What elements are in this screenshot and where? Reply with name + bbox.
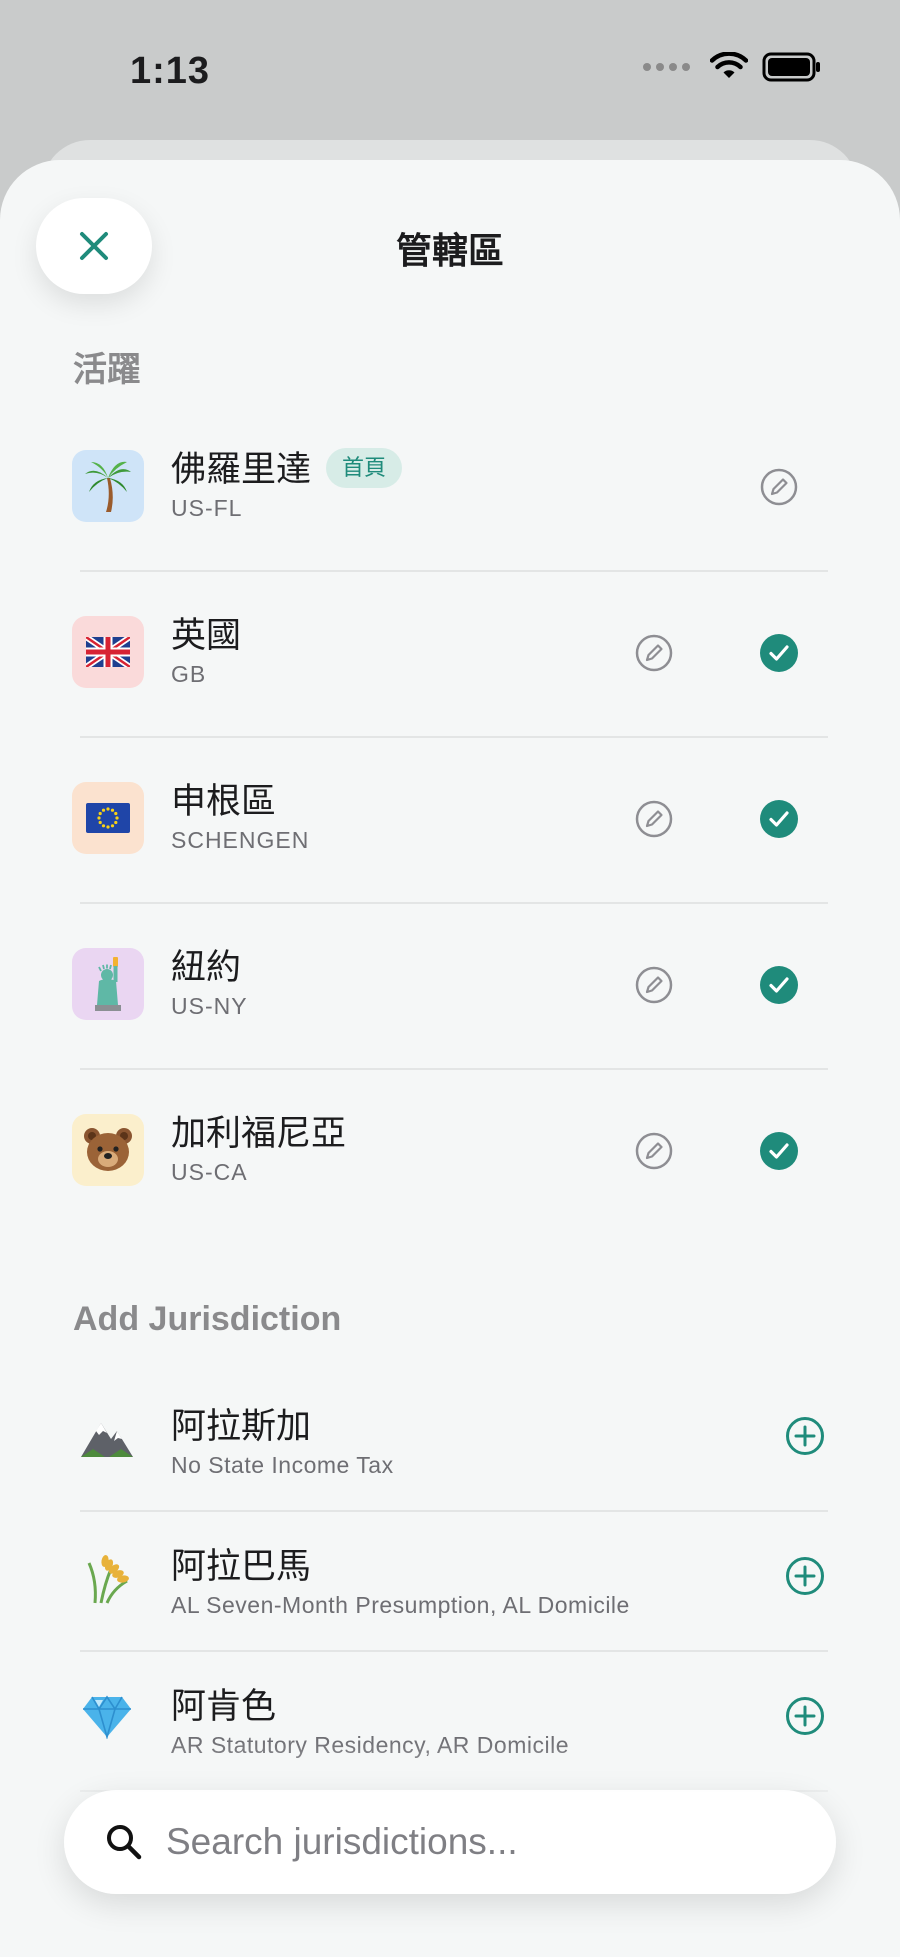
row-divider bbox=[80, 902, 828, 904]
status-time: 1:13 bbox=[130, 50, 211, 92]
bear-icon bbox=[72, 1114, 144, 1186]
jurisdiction-description: No State Income Tax bbox=[171, 1452, 394, 1478]
plus-circle-icon[interactable] bbox=[785, 1416, 825, 1456]
row-divider bbox=[80, 570, 828, 572]
jurisdiction-name: 阿拉巴馬 bbox=[171, 1547, 312, 1586]
jurisdiction-name: 加利福尼亞 bbox=[171, 1114, 347, 1153]
jurisdiction-name: 英國 bbox=[171, 616, 242, 655]
jurisdictions-sheet: 管轄區 活躍 佛羅里達 首頁 US-FL 英國 GB 申根區 SCHENGEN … bbox=[0, 160, 900, 1957]
palm-tree-icon bbox=[72, 450, 144, 522]
jurisdiction-code: SCHENGEN bbox=[171, 827, 310, 853]
battery-icon bbox=[762, 52, 820, 82]
page-title: 管轄區 bbox=[395, 230, 504, 271]
status-icons bbox=[643, 52, 822, 82]
status-bar: 1:13 bbox=[0, 0, 900, 140]
active-row-florida[interactable]: 佛羅里達 首頁 US-FL bbox=[0, 407, 900, 572]
search-bar[interactable] bbox=[64, 1790, 836, 1894]
search-icon bbox=[107, 1825, 142, 1860]
add-row-alaska[interactable]: 阿拉斯加 No State Income Tax bbox=[0, 1372, 900, 1512]
active-row-schengen[interactable]: 申根區 SCHENGEN bbox=[0, 739, 900, 904]
mountain-icon bbox=[76, 1406, 138, 1468]
add-section-title: Add Jurisdiction bbox=[73, 1300, 342, 1338]
uk-flag-icon bbox=[72, 616, 144, 688]
wheat-icon bbox=[76, 1546, 138, 1608]
checkmark-circle-icon[interactable] bbox=[759, 965, 799, 1005]
plus-circle-icon[interactable] bbox=[785, 1556, 825, 1596]
edit-icon[interactable] bbox=[634, 1131, 674, 1171]
edit-icon[interactable] bbox=[634, 799, 674, 839]
jurisdiction-name: 申根區 bbox=[171, 782, 277, 821]
active-row-uk[interactable]: 英國 GB bbox=[0, 573, 900, 738]
signal-dots-icon bbox=[643, 63, 690, 71]
jurisdiction-name: 佛羅里達 bbox=[171, 450, 312, 489]
jurisdiction-name: 阿拉斯加 bbox=[171, 1407, 312, 1446]
jurisdiction-name: 阿肯色 bbox=[171, 1687, 277, 1726]
jurisdiction-name: 紐約 bbox=[171, 948, 242, 987]
active-row-california[interactable]: 加利福尼亞 US-CA bbox=[0, 1071, 900, 1236]
statue-of-liberty-icon bbox=[72, 948, 144, 1020]
diamond-icon bbox=[76, 1686, 138, 1748]
wifi-icon bbox=[710, 52, 748, 78]
add-row-alabama[interactable]: 阿拉巴馬 AL Seven-Month Presumption, AL Domi… bbox=[0, 1512, 900, 1652]
jurisdiction-code: US-NY bbox=[171, 993, 248, 1019]
plus-circle-icon[interactable] bbox=[785, 1696, 825, 1736]
jurisdiction-code: US-CA bbox=[171, 1159, 248, 1185]
home-badge: 首頁 bbox=[326, 448, 403, 488]
eu-flag-icon bbox=[72, 782, 144, 854]
edit-icon[interactable] bbox=[634, 965, 674, 1005]
edit-icon[interactable] bbox=[634, 633, 674, 673]
row-divider bbox=[80, 736, 828, 738]
jurisdiction-code: GB bbox=[171, 661, 207, 687]
row-divider bbox=[80, 1068, 828, 1070]
edit-icon[interactable] bbox=[759, 467, 799, 507]
search-input[interactable] bbox=[164, 1820, 768, 1864]
checkmark-circle-icon[interactable] bbox=[759, 1131, 799, 1171]
active-row-new-york[interactable]: 紐約 US-NY bbox=[0, 905, 900, 1070]
checkmark-circle-icon[interactable] bbox=[759, 633, 799, 673]
active-section-title: 活躍 bbox=[73, 351, 141, 389]
jurisdiction-description: AL Seven-Month Presumption, AL Domicile bbox=[171, 1592, 630, 1618]
jurisdiction-code: US-FL bbox=[171, 495, 243, 521]
checkmark-circle-icon[interactable] bbox=[759, 799, 799, 839]
